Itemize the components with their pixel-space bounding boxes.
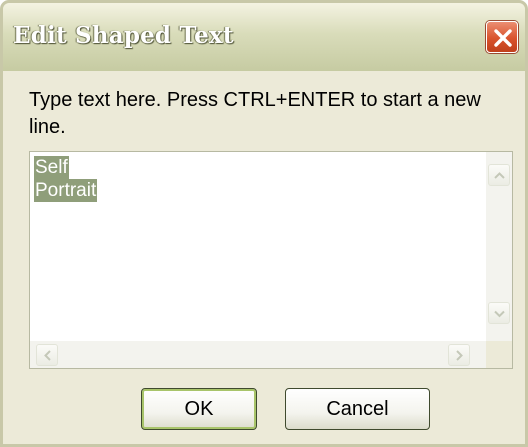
- scrollbar-corner: [486, 341, 512, 368]
- arrow-down-icon: [494, 310, 505, 318]
- cancel-button[interactable]: Cancel: [285, 388, 430, 430]
- text-content[interactable]: Self Portrait: [34, 156, 98, 202]
- title-bar[interactable]: Edit Shaped Text: [3, 3, 525, 71]
- scroll-down-button[interactable]: [488, 302, 510, 324]
- text-line[interactable]: Portrait: [34, 179, 98, 202]
- ok-button[interactable]: OK: [141, 388, 257, 430]
- shaped-text-input[interactable]: Self Portrait: [29, 151, 513, 369]
- arrow-right-icon: [456, 350, 463, 361]
- scroll-up-button[interactable]: [488, 164, 510, 186]
- edit-shaped-text-dialog: Edit Shaped Text Type text here. Press C…: [0, 0, 528, 447]
- close-icon: [494, 29, 512, 47]
- arrow-up-icon: [494, 172, 505, 179]
- arrow-left-icon: [44, 350, 51, 361]
- dialog-title: Edit Shaped Text: [13, 22, 234, 49]
- scroll-right-button[interactable]: [448, 344, 470, 366]
- close-button[interactable]: [486, 21, 518, 53]
- horizontal-scrollbar[interactable]: [30, 341, 486, 368]
- scroll-left-button[interactable]: [36, 344, 58, 366]
- vertical-scrollbar[interactable]: [486, 152, 512, 341]
- text-line[interactable]: Self: [34, 156, 69, 179]
- instruction-text: Type text here. Press CTRL+ENTER to star…: [29, 89, 481, 138]
